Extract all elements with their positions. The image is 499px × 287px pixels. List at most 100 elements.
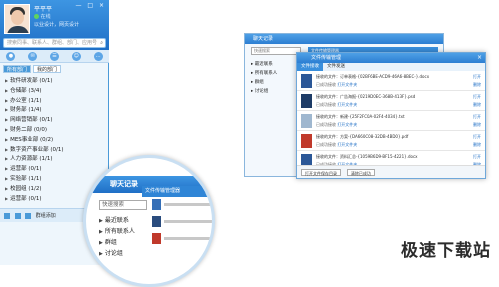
more-tab-icon[interactable]: …	[93, 51, 103, 61]
expand-arrow-icon: ▶	[99, 240, 103, 246]
delete-file-button[interactable]: 删除	[473, 122, 481, 128]
open-folder-link[interactable]: 打开文件夹	[337, 102, 357, 107]
tab-file-receive[interactable]: 文件接收	[297, 63, 323, 71]
department-item[interactable]: ▶ MES事业部 (0/2)	[0, 135, 109, 145]
avatar[interactable]	[4, 4, 30, 34]
department-tabs: 所有部门 我的部门	[3, 65, 62, 73]
expand-arrow-icon: ▶	[5, 175, 9, 181]
expand-arrow-icon: ▶	[5, 195, 9, 201]
department-item[interactable]: ▶ 财务部 (1/4)	[0, 105, 109, 115]
expand-arrow-icon: ▶	[99, 218, 103, 224]
word-file-icon	[301, 74, 312, 88]
word-file-icon	[152, 199, 161, 210]
file-manager-titlebar[interactable]: 文件传输管理 ×	[297, 53, 485, 63]
expand-arrow-icon: ▶	[5, 185, 9, 191]
add-group-label[interactable]: 群组添加	[36, 213, 56, 219]
search-placeholder: 搜索同事、联系人、群组、部门、应用号	[7, 40, 98, 46]
pdf-file-icon	[152, 233, 161, 244]
tree-item-all-contacts[interactable]: ▸ 所有联系人	[251, 69, 301, 78]
open-file-button[interactable]: 打开	[473, 154, 481, 160]
window-controls[interactable]: — □ ×	[75, 2, 106, 9]
open-save-directory-button[interactable]: 打开文件保存目录	[301, 169, 341, 176]
expand-arrow-icon: ▶	[5, 156, 9, 162]
department-item[interactable]: ▶ 财务二部 (0/0)	[0, 125, 109, 135]
tree-item-recent[interactable]: ▸ 最近联系	[251, 60, 301, 69]
tab-file-send[interactable]: 文件发送	[323, 63, 349, 71]
open-folder-link[interactable]: 打开文件夹	[337, 142, 357, 147]
tree-item-discussions[interactable]: ▸ 讨论组	[251, 87, 301, 96]
department-item[interactable]: ▶ 人力资源部 (1/1)	[0, 154, 109, 164]
zoom-callout: 聊天记录 文件传输管理器 快速搜索 ▶ 最近联系 ▶ 所有联系人 ▶ 群组 ▶ 讨论组	[83, 155, 215, 287]
add-group-icon[interactable]	[25, 212, 32, 219]
expand-arrow-icon: ▶	[5, 78, 9, 83]
expand-arrow-icon: ▶	[5, 97, 9, 103]
zoom-file-row	[152, 198, 212, 211]
tree-item-groups[interactable]: ▶ 群组	[99, 237, 149, 248]
expand-arrow-icon: ▶	[5, 136, 9, 142]
chat-history-search-input[interactable]: 快速搜索	[251, 47, 301, 55]
expand-arrow-icon: ▶	[5, 166, 9, 172]
tree-item-all-contacts[interactable]: ▶ 所有联系人	[99, 226, 149, 237]
expand-arrow-icon: ▶	[5, 107, 9, 113]
emoji-tab-icon[interactable]: ☺	[71, 51, 81, 61]
username: 平平平	[34, 6, 53, 13]
photoshop-file-icon	[152, 216, 161, 227]
tab-my-department[interactable]: 我的部门	[33, 65, 62, 73]
open-file-button[interactable]: 打开	[473, 74, 481, 80]
file-row: 接收的文件：订单表格-{02BF6BE-ACD9-46A6-8BEC-}.doc…	[297, 71, 485, 91]
open-file-button[interactable]: 打开	[473, 134, 481, 140]
tree-item-recent[interactable]: ▶ 最近联系	[99, 215, 149, 226]
department-item[interactable]: ▶ 网络营销部 (0/1)	[0, 115, 109, 125]
open-file-button[interactable]: 打开	[473, 94, 481, 100]
delete-file-button[interactable]: 删除	[473, 82, 481, 88]
expand-arrow-icon: ▶	[5, 87, 9, 93]
tab-all-departments[interactable]: 所有部门	[3, 65, 32, 73]
contacts-tab-icon[interactable]: ●	[6, 51, 16, 61]
zoom-search-input[interactable]: 快速搜索	[99, 200, 147, 210]
file-row: 接收的文件：方案-{DA660C08-32DB-4BD0}.pdf 已成功接收 …	[297, 131, 485, 151]
expand-arrow-icon: ▶	[99, 251, 103, 257]
open-folder-link[interactable]: 打开文件夹	[337, 122, 357, 127]
search-icon[interactable]: ⌕	[100, 39, 103, 47]
tree-item-discussions[interactable]: ▶ 讨论组	[99, 248, 149, 259]
clear-completed-button[interactable]: 清除已成功	[346, 169, 375, 176]
main-icon-tabs: ● ✉ ☰ ☺ …	[0, 50, 109, 63]
department-item[interactable]: ▶ 办公室 (1/1)	[0, 96, 109, 106]
open-file-button[interactable]: 打开	[473, 114, 481, 120]
signature-text[interactable]: 以业设计，网页设计	[34, 21, 79, 28]
department-item[interactable]: ▶ 数字资产事业部 (0/1)	[0, 145, 109, 155]
status-selector[interactable]: 在线	[34, 13, 51, 20]
close-icon[interactable]: ×	[477, 53, 482, 63]
expand-arrow-icon: ▶	[5, 117, 9, 123]
photoshop-file-icon	[301, 94, 312, 108]
expand-arrow-icon: ▶	[5, 146, 9, 152]
group-tab-icon[interactable]: ☰	[49, 51, 59, 61]
message-tab-icon[interactable]: ✉	[28, 51, 38, 61]
department-item[interactable]: ▶ 运营部 (0/1)	[0, 164, 109, 174]
delete-file-button[interactable]: 删除	[473, 142, 481, 148]
delete-file-button[interactable]: 删除	[473, 102, 481, 108]
settings-icon[interactable]	[4, 212, 10, 219]
status-label: 在线	[40, 14, 51, 20]
department-item[interactable]: ▶ 仓储部 (3/4)	[0, 86, 109, 96]
zoom-tab-file-transfer[interactable]: 文件传输管理器	[142, 186, 212, 197]
zoom-file-list	[152, 198, 212, 268]
department-item[interactable]: ▶ 软件研发部 (0/1)	[0, 76, 109, 86]
tree-item-groups[interactable]: ▸ 群组	[251, 78, 301, 87]
chat-history-titlebar[interactable]: 聊天记录	[245, 34, 443, 44]
file-transfer-manager-window: 文件传输管理 × 文件接收 文件发送 接收的文件：订单表格-{02BF6BE-A…	[296, 52, 486, 179]
file-manager-title: 文件传输管理	[311, 55, 342, 61]
app-icon[interactable]	[14, 212, 21, 219]
file-manager-tabs: 文件接收 文件发送	[297, 63, 485, 71]
online-status-icon	[34, 14, 39, 19]
profile-header: 平平平 在线 以业设计，网页设计 — □ × 搜索同事、联系人、群组、部门、应用…	[0, 0, 109, 50]
contact-search-input[interactable]: 搜索同事、联系人、群组、部门、应用号 ⌕	[3, 38, 106, 48]
expand-arrow-icon: ▶	[5, 126, 9, 132]
zoom-file-row	[152, 215, 212, 228]
zoom-title: 聊天记录	[110, 180, 138, 188]
site-watermark: 极速下载站	[401, 241, 491, 261]
pdf-file-icon	[301, 134, 312, 148]
expand-arrow-icon: ▶	[99, 229, 103, 235]
text-file-icon	[301, 114, 312, 128]
open-folder-link[interactable]: 打开文件夹	[337, 82, 357, 87]
